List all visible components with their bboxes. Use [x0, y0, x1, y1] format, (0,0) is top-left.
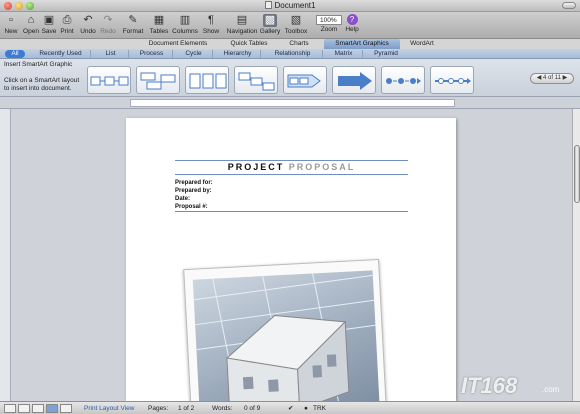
tables-button[interactable]: ▦ Tables	[149, 14, 169, 36]
smartart-layout-thumb[interactable]	[234, 66, 278, 94]
house-model-photo[interactable]	[183, 258, 387, 414]
undo-button[interactable]: ↶ Undo	[78, 14, 98, 36]
smartart-gallery: Insert SmartArt Graphic Click on a Smart…	[0, 59, 580, 97]
track-changes-label[interactable]: TRK	[313, 404, 326, 413]
title-rule-top	[175, 160, 408, 161]
gallery-button[interactable]: ▩ Gallery	[259, 14, 281, 36]
scroll-thumb[interactable]	[574, 145, 580, 203]
open-button[interactable]: ⌂ Open	[22, 14, 40, 36]
redo-button[interactable]: ↷ Redo	[100, 14, 116, 36]
field-prepared-for[interactable]: Prepared for:	[175, 179, 213, 187]
watermark-suffix: .com	[542, 385, 560, 394]
smartart-layout-thumb[interactable]	[136, 66, 180, 94]
show-button[interactable]: ¶ Show	[202, 14, 220, 36]
gallery-pager[interactable]: ◀ 4 of 11 ▶	[530, 73, 574, 84]
print-icon: ⎙	[62, 14, 72, 26]
title-bar: Document1	[0, 0, 580, 12]
smartart-layout-thumb[interactable]	[381, 66, 425, 94]
it168-watermark: IT168	[461, 373, 518, 398]
words-value: 0 of 9	[244, 405, 261, 412]
paragraph-icon: ¶	[208, 14, 214, 26]
track-changes-icon[interactable]: ●	[304, 404, 308, 413]
field-proposal-number[interactable]: Proposal #:	[175, 203, 213, 211]
save-button[interactable]: ▣ Save	[41, 14, 57, 36]
filter-process[interactable]: Process	[131, 50, 173, 58]
filter-pyramid[interactable]: Pyramid	[365, 50, 407, 58]
open-folder-icon: ⌂	[27, 14, 35, 26]
notebook-view-icon[interactable]	[60, 404, 72, 413]
gallery-icon: ▩	[263, 14, 277, 27]
gallery-title: Insert SmartArt Graphic	[4, 61, 73, 68]
field-date[interactable]: Date:	[175, 195, 213, 203]
zoom-control[interactable]: 100% Zoom	[312, 14, 346, 34]
spelling-check-icon[interactable]: ✔	[288, 404, 293, 413]
print-button[interactable]: ⎙ Print	[58, 14, 76, 36]
vertical-ruler[interactable]	[0, 109, 11, 401]
filter-cycle[interactable]: Cycle	[175, 50, 213, 58]
zoom-input[interactable]: 100%	[316, 15, 342, 25]
pager-prev-icon[interactable]: ◀	[537, 75, 542, 81]
filter-recently-used[interactable]: Recently Used	[31, 50, 91, 58]
new-button[interactable]: ▫ New	[3, 14, 19, 36]
outline-view-icon[interactable]	[18, 404, 30, 413]
words-label: Words:	[212, 405, 233, 412]
smartart-layout-thumb[interactable]	[430, 66, 474, 94]
smartart-layout-thumb[interactable]	[332, 66, 376, 94]
format-brush-icon: ✎	[128, 14, 138, 26]
document-icon	[264, 1, 272, 9]
tab-smartart-graphics[interactable]: SmartArt Graphics	[324, 39, 400, 49]
smartart-category-filters: All Recently Used List Process Cycle Hie…	[0, 49, 580, 59]
tab-document-elements[interactable]: Document Elements	[137, 39, 219, 49]
house-model-image	[192, 270, 380, 414]
elements-ribbon-tabs: Document Elements Quick Tables Charts Sm…	[0, 39, 580, 49]
smartart-layout-thumb[interactable]	[87, 66, 131, 94]
fields-rule	[175, 211, 408, 212]
columns-button[interactable]: ▥ Columns	[172, 14, 198, 36]
publishing-view-icon[interactable]	[32, 404, 44, 413]
save-icon: ▣	[43, 14, 55, 26]
tab-quick-tables[interactable]: Quick Tables	[222, 39, 276, 49]
field-prepared-by[interactable]: Prepared by:	[175, 187, 213, 195]
new-document-icon: ▫	[9, 14, 13, 26]
proposal-fields: Prepared for: Prepared by: Date: Proposa…	[175, 179, 213, 211]
filter-matrix[interactable]: Matrix	[325, 50, 363, 58]
redo-icon: ↷	[103, 14, 113, 26]
proposal-title[interactable]: PROJECT PROPOSAL	[175, 162, 408, 172]
ruler-scale	[130, 99, 455, 107]
window-title: Document1	[0, 1, 580, 10]
pager-next-icon[interactable]: ▶	[563, 75, 568, 81]
tab-charts[interactable]: Charts	[280, 39, 318, 49]
status-bar: Print Layout View Pages: 1 of 2 Words: 0…	[0, 401, 580, 414]
undo-icon: ↶	[83, 14, 93, 26]
pages-value: 1 of 2	[178, 405, 195, 412]
print-layout-view-icon[interactable]	[46, 404, 58, 413]
format-button[interactable]: ✎ Format	[122, 14, 144, 36]
help-icon: ?	[346, 14, 358, 25]
current-view-label: Print Layout View	[84, 405, 135, 412]
gallery-hint: Click on a SmartArt layout to insert int…	[4, 77, 80, 92]
columns-icon: ▥	[179, 14, 191, 26]
toolbox-icon: ▧	[290, 14, 302, 26]
toolbar-toggle-button[interactable]	[562, 2, 576, 9]
filter-relationship[interactable]: Relationship	[263, 50, 323, 58]
smartart-layout-thumb[interactable]	[185, 66, 229, 94]
standard-toolbar: ▫ New ⌂ Open ▣ Save ⎙ Print ↶ Undo ↷ Red…	[0, 12, 580, 39]
help-button[interactable]: ? Help	[344, 14, 360, 34]
draft-view-icon[interactable]	[4, 404, 16, 413]
smartart-layout-thumb[interactable]	[283, 66, 327, 94]
tables-icon: ▦	[153, 14, 165, 26]
filter-list[interactable]: List	[93, 50, 129, 58]
vertical-scrollbar[interactable]	[572, 109, 580, 401]
filter-hierarchy[interactable]: Hierarchy	[215, 50, 261, 58]
pages-label: Pages:	[148, 405, 169, 412]
toolbox-button[interactable]: ▧ Toolbox	[283, 14, 309, 36]
navigation-button[interactable]: ▤ Navigation	[226, 14, 258, 36]
tab-wordart[interactable]: WordArt	[404, 39, 440, 49]
title-rule-bottom	[175, 174, 408, 175]
horizontal-ruler[interactable]	[0, 97, 580, 109]
navigation-icon: ▤	[236, 14, 248, 26]
filter-all[interactable]: All	[5, 50, 25, 58]
